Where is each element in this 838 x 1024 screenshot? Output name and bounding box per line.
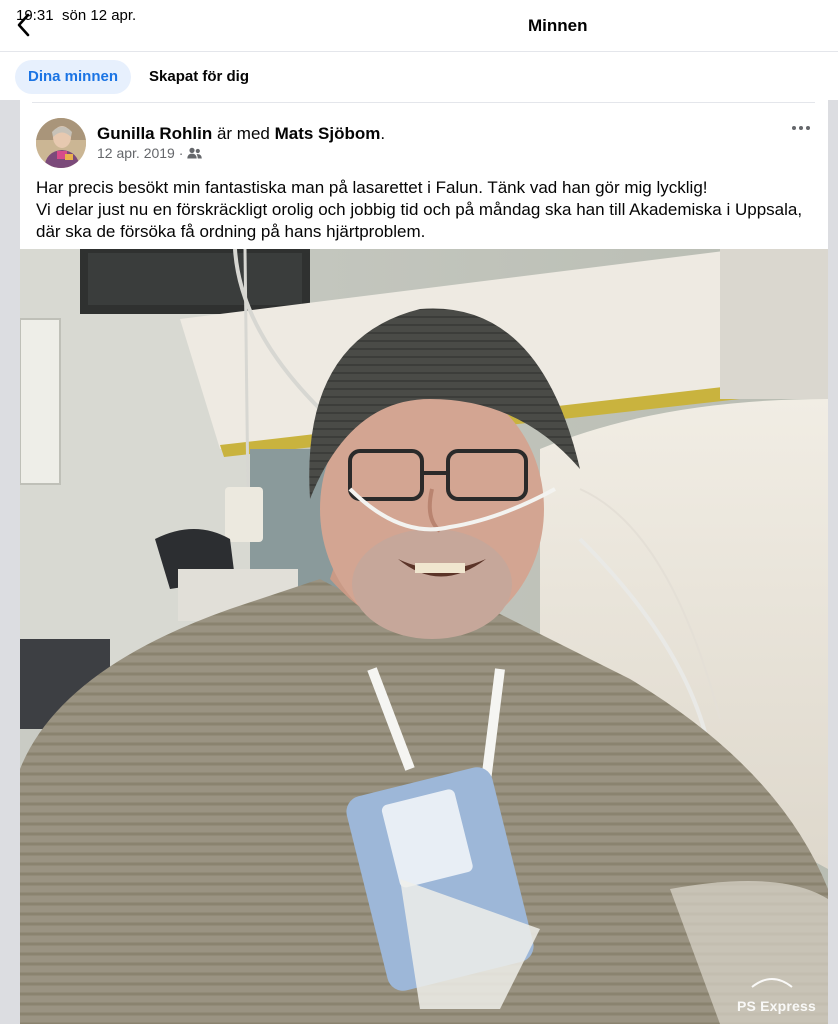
tagged-name[interactable]: Mats Sjöbom [275, 124, 381, 143]
top-bar: 19:31 sön 12 apr. Minnen [0, 0, 838, 52]
more-horizontal-icon[interactable] [790, 120, 812, 136]
post-date[interactable]: 12 apr. 2019 · [97, 145, 183, 161]
tab-dina-minnen[interactable]: Dina minnen [15, 60, 132, 94]
tab-skapat-for-dig[interactable]: Skapat för dig [136, 60, 262, 94]
post-text-line: Vi delar just nu en förskräckligt orolig… [36, 200, 803, 241]
page-title: Minnen [528, 16, 588, 35]
post-meta: 12 apr. 2019 · [97, 145, 203, 161]
friends-icon [187, 147, 203, 159]
photo-watermark: PS Express [736, 998, 816, 1014]
post-text: Har precis besökt min fantastiska man på… [36, 177, 816, 243]
tagged-suffix: . [380, 124, 386, 143]
author-name[interactable]: Gunilla Rohlin [97, 124, 212, 143]
tab-bar: Dina minnen Skapat för dig [0, 52, 838, 100]
post-text-line: Har precis besökt min fantastiska man på… [36, 178, 708, 197]
with-connector: är med [212, 124, 275, 143]
post-header: Gunilla Rohlin är med Mats Sjöbom. [97, 124, 385, 144]
photo-hospital-portrait [20, 249, 828, 1024]
avatar-image [36, 118, 86, 168]
card-divider [32, 102, 815, 103]
post-photo[interactable]: PS Express [20, 249, 828, 1024]
avatar[interactable] [36, 118, 86, 168]
